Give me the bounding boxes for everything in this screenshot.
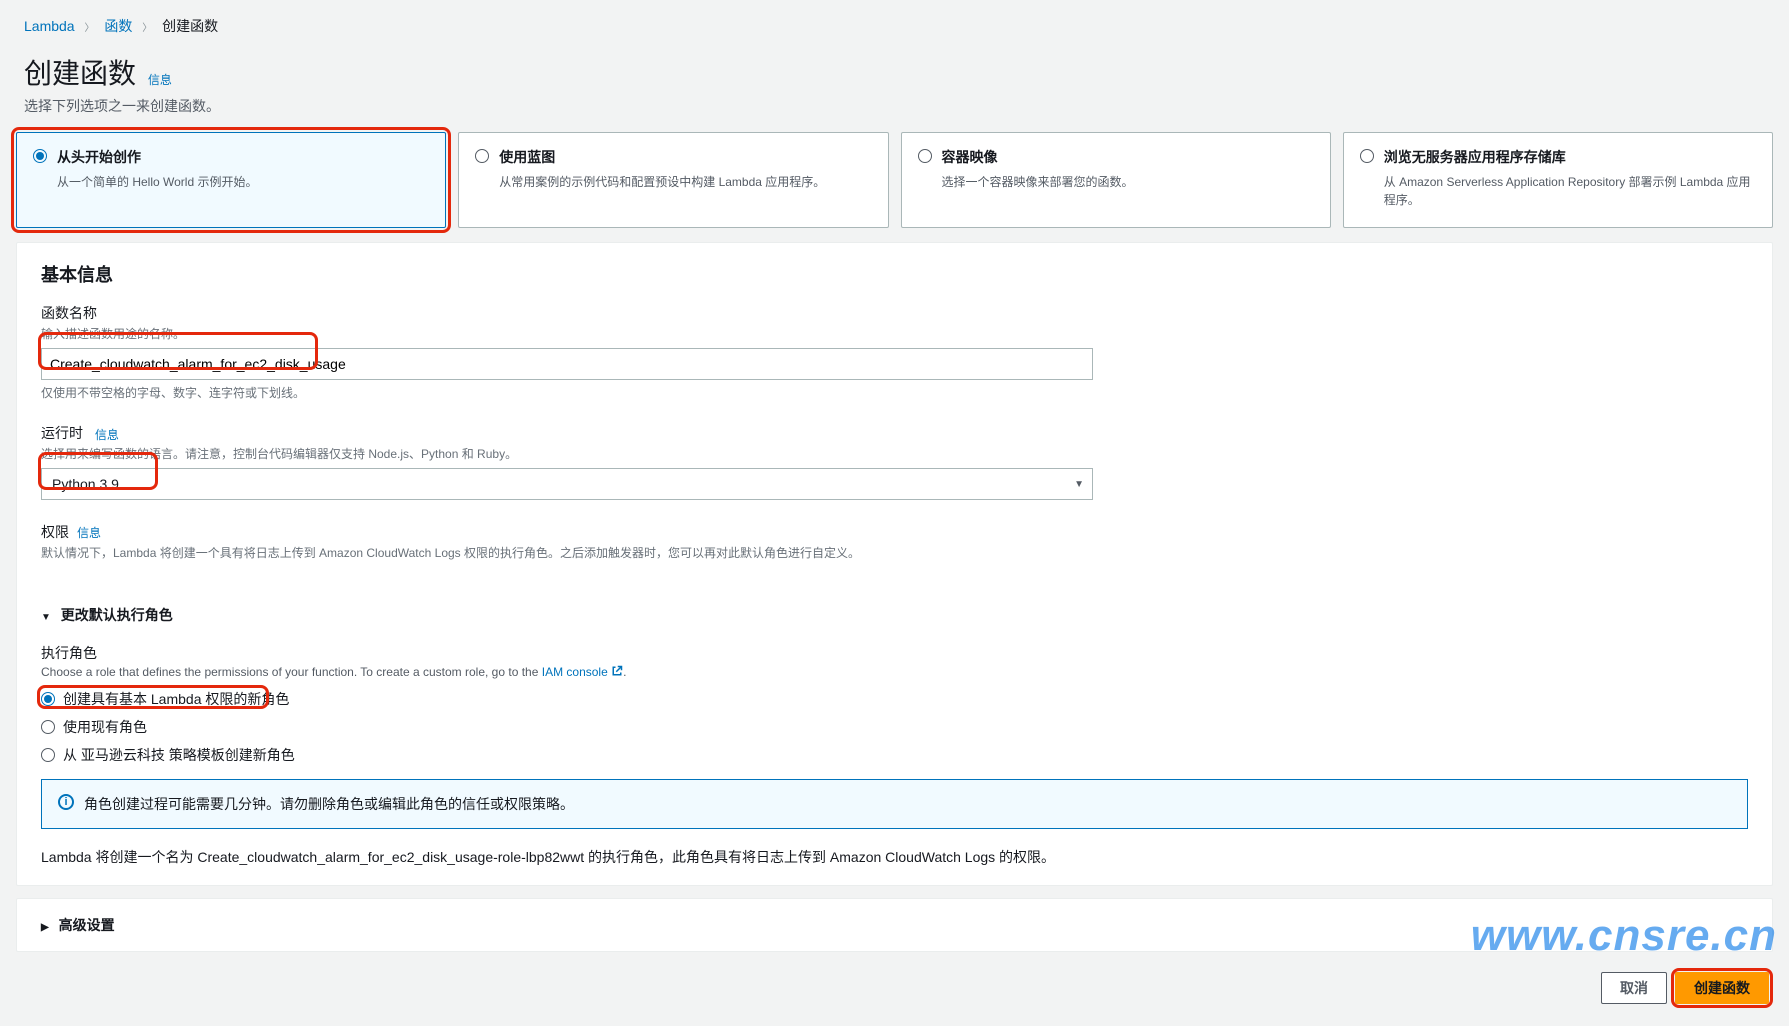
runtime-select[interactable]: Python 3.9 ▼	[41, 468, 1093, 500]
card-desc: 从 Amazon Serverless Application Reposito…	[1384, 173, 1756, 209]
radio-icon[interactable]	[918, 149, 932, 163]
function-name-input[interactable]	[41, 348, 1093, 380]
runtime-field: 运行时 信息 选择用来编写函数的语言。请注意，控制台代码编辑器仅支持 Node.…	[41, 423, 1748, 500]
radio-icon	[41, 748, 55, 762]
field-hint: 选择用来编写函数的语言。请注意，控制台代码编辑器仅支持 Node.js、Pyth…	[41, 445, 1748, 462]
field-hint: 输入描述函数用途的名称。	[41, 325, 1748, 342]
card-browse-sar[interactable]: 浏览无服务器应用程序存储库 从 Amazon Serverless Applic…	[1343, 132, 1773, 228]
field-label: 权限	[41, 522, 69, 542]
radio-use-existing-role[interactable]: 使用现有角色	[41, 717, 1748, 737]
field-label: 运行时	[41, 425, 83, 441]
chevron-down-icon: ▼	[1074, 479, 1084, 490]
radio-icon[interactable]	[475, 149, 489, 163]
breadcrumb-root[interactable]: Lambda	[24, 18, 75, 34]
chevron-right-icon: 〉	[142, 23, 152, 34]
role-summary-text: Lambda 将创建一个名为 Create_cloudwatch_alarm_f…	[41, 847, 1748, 867]
runtime-value: Python 3.9	[52, 476, 119, 492]
info-callout: i 角色创建过程可能需要几分钟。请勿删除角色或编辑此角色的信任或权限策略。	[41, 779, 1748, 829]
breadcrumb-functions[interactable]: 函数	[104, 18, 132, 34]
execution-role-block: 执行角色 Choose a role that defines the perm…	[17, 639, 1772, 885]
radio-label: 使用现有角色	[63, 717, 147, 737]
breadcrumb-current: 创建函数	[162, 18, 218, 34]
page-header: 创建函数 信息 选择下列选项之一来创建函数。	[10, 42, 1779, 132]
card-title: 容器映像	[942, 147, 998, 167]
expander-label: 高级设置	[59, 917, 115, 933]
iam-console-link[interactable]: IAM console	[542, 665, 608, 679]
page-title: 创建函数	[24, 52, 136, 92]
triangle-right-icon: ▶	[41, 922, 49, 933]
create-function-button[interactable]: 创建函数	[1675, 972, 1769, 1004]
card-use-blueprint[interactable]: 使用蓝图 从常用案例的示例代码和配置预设中构建 Lambda 应用程序。	[458, 132, 888, 228]
card-container-image[interactable]: 容器映像 选择一个容器映像来部署您的函数。	[901, 132, 1331, 228]
radio-icon	[41, 720, 55, 734]
advanced-settings-panel: ▶ 高级设置	[16, 898, 1773, 952]
panel-heading: 基本信息	[17, 243, 1772, 297]
info-link[interactable]: 信息	[77, 524, 101, 541]
page-subtitle: 选择下列选项之一来创建函数。	[24, 96, 1765, 116]
radio-create-from-template[interactable]: 从 亚马逊云科技 策略模板创建新角色	[41, 745, 1748, 765]
footer-actions: 取消 创建函数	[10, 964, 1779, 1016]
breadcrumb: Lambda 〉 函数 〉 创建函数	[10, 10, 1779, 42]
triangle-down-icon: ▼	[41, 612, 51, 623]
card-desc: 从一个简单的 Hello World 示例开始。	[57, 173, 429, 191]
radio-icon[interactable]	[1360, 149, 1374, 163]
card-desc: 选择一个容器映像来部署您的函数。	[942, 173, 1314, 191]
field-hint: 默认情况下，Lambda 将创建一个具有将日志上传到 Amazon CloudW…	[41, 544, 1748, 561]
role-hint: Choose a role that defines the permissio…	[41, 665, 1748, 679]
expander-label: 更改默认执行角色	[61, 607, 173, 623]
cancel-button[interactable]: 取消	[1601, 972, 1667, 1004]
chevron-right-icon: 〉	[84, 23, 94, 34]
info-link[interactable]: 信息	[148, 73, 172, 87]
radio-checked-icon	[41, 692, 55, 706]
card-desc: 从常用案例的示例代码和配置预设中构建 Lambda 应用程序。	[499, 173, 871, 191]
card-author-from-scratch[interactable]: 从头开始创作 从一个简单的 Hello World 示例开始。	[16, 132, 446, 228]
basic-info-panel: 基本信息 函数名称 输入描述函数用途的名称。 仅使用不带空格的字母、数字、连字符…	[16, 242, 1773, 886]
card-title: 使用蓝图	[499, 147, 555, 167]
radio-checked-icon[interactable]	[33, 149, 47, 163]
info-text: 角色创建过程可能需要几分钟。请勿删除角色或编辑此角色的信任或权限策略。	[84, 794, 574, 814]
function-name-field: 函数名称 输入描述函数用途的名称。 仅使用不带空格的字母、数字、连字符或下划线。	[41, 303, 1748, 401]
role-label: 执行角色	[41, 643, 1748, 663]
advanced-settings-expander[interactable]: ▶ 高级设置	[17, 899, 1772, 951]
field-label: 函数名称	[41, 303, 1748, 323]
field-hint2: 仅使用不带空格的字母、数字、连字符或下划线。	[41, 384, 1748, 401]
card-title: 浏览无服务器应用程序存储库	[1384, 147, 1566, 167]
info-icon: i	[58, 794, 74, 810]
change-default-role-expander[interactable]: ▼ 更改默认执行角色	[17, 591, 1772, 639]
radio-label: 从 亚马逊云科技 策略模板创建新角色	[63, 745, 295, 765]
radio-label: 创建具有基本 Lambda 权限的新角色	[63, 689, 289, 709]
external-link-icon	[611, 665, 623, 677]
creation-options-row: 从头开始创作 从一个简单的 Hello World 示例开始。 使用蓝图 从常用…	[10, 132, 1779, 242]
radio-create-new-role[interactable]: 创建具有基本 Lambda 权限的新角色	[41, 689, 1748, 709]
permissions-field: 权限 信息 默认情况下，Lambda 将创建一个具有将日志上传到 Amazon …	[41, 522, 1748, 561]
info-link[interactable]: 信息	[95, 428, 119, 442]
card-title: 从头开始创作	[57, 147, 141, 167]
